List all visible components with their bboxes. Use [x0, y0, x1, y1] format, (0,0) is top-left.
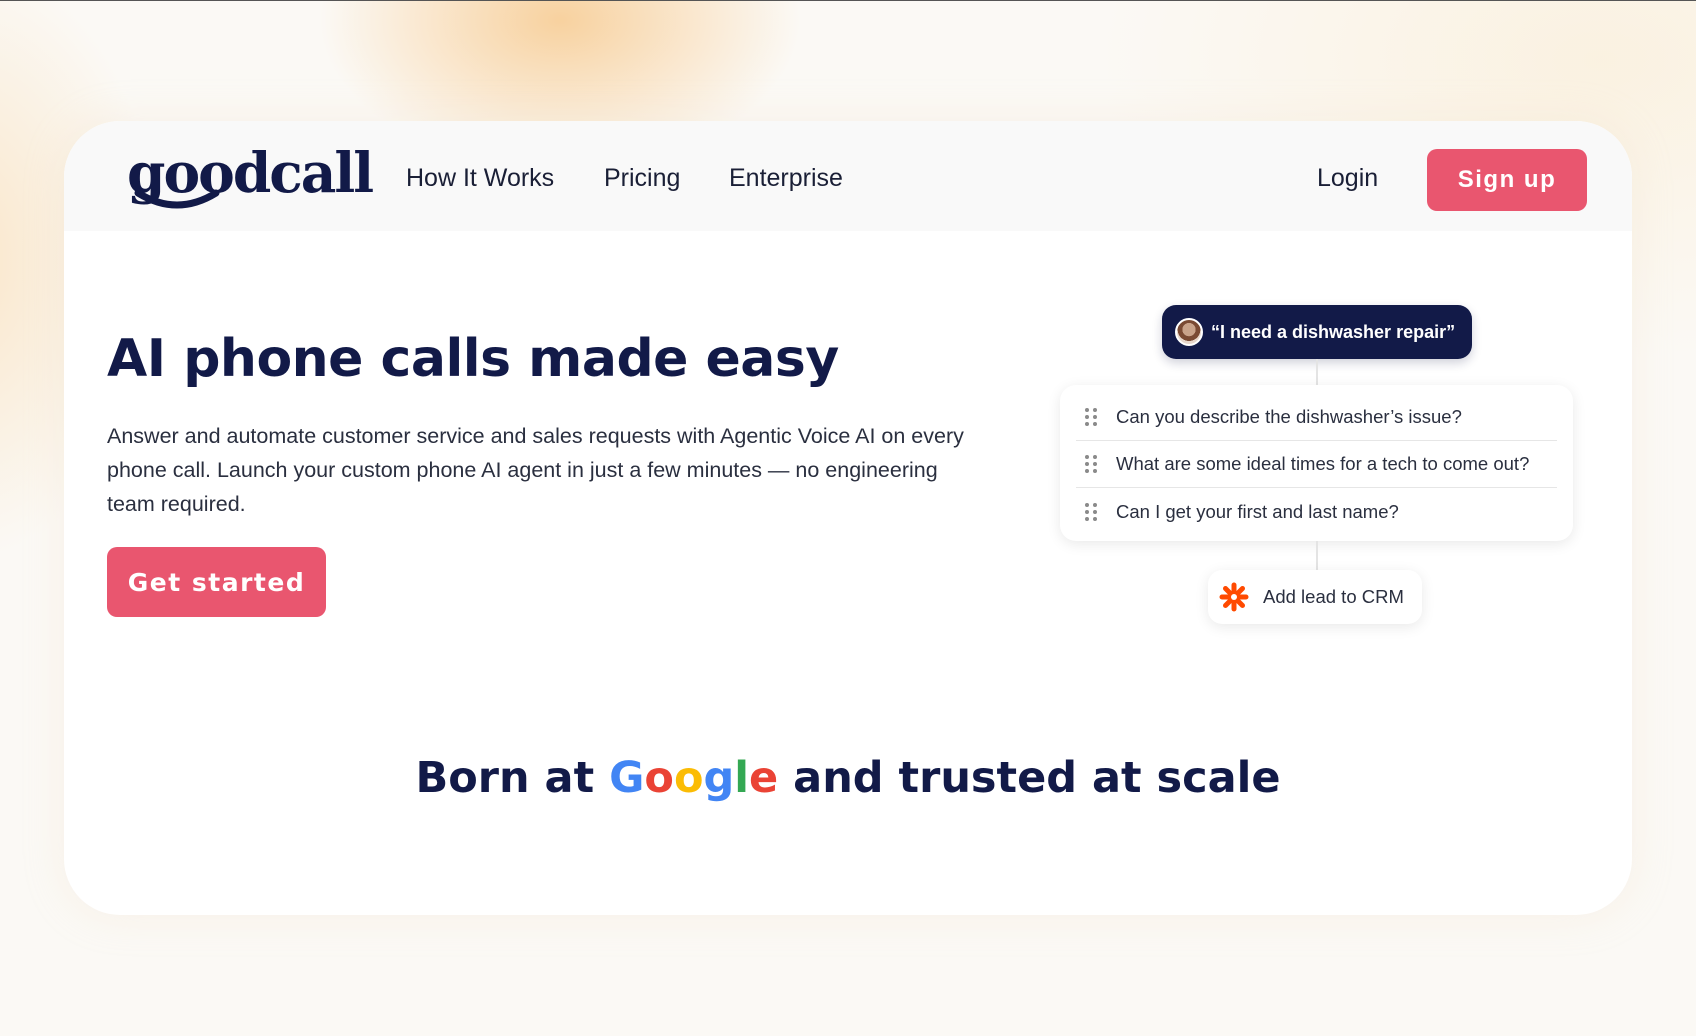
drag-handle-icon[interactable]	[1085, 455, 1097, 473]
nav-pricing[interactable]: Pricing	[604, 163, 680, 193]
top-border	[0, 0, 1696, 1]
nav-how-it-works[interactable]: How It Works	[406, 163, 554, 193]
get-started-button[interactable]: Get started	[107, 547, 326, 617]
logo-smile-icon	[134, 189, 220, 209]
main-card: goodcall How It Works Pricing Enterprise…	[64, 121, 1632, 915]
google-letter: g	[703, 753, 735, 803]
drag-handle-icon[interactable]	[1085, 408, 1097, 426]
flow-connector	[1316, 359, 1318, 385]
hero-title: AI phone calls made easy	[107, 329, 839, 389]
caller-avatar	[1175, 318, 1203, 346]
google-letter: G	[609, 753, 645, 803]
trusted-heading: Born at Google and trusted at scale	[64, 753, 1632, 803]
caller-quote-bubble: “I need a dishwasher repair”	[1162, 305, 1472, 359]
question-item[interactable]: Can you describe the dishwasher’s issue?	[1076, 394, 1557, 441]
asterisk-icon	[1219, 582, 1249, 612]
caller-quote-text: “I need a dishwasher repair”	[1211, 321, 1456, 342]
questions-card: Can you describe the dishwasher’s issue?…	[1060, 385, 1573, 541]
google-letter: l	[734, 753, 750, 803]
hero-description: Answer and automate customer service and…	[107, 424, 964, 516]
drag-handle-icon[interactable]	[1085, 502, 1097, 521]
question-item[interactable]: Can I get your first and last name?	[1076, 488, 1557, 535]
login-link[interactable]: Login	[1317, 163, 1378, 193]
google-letter: e	[749, 753, 779, 803]
crm-action-label: Add lead to CRM	[1263, 586, 1404, 607]
google-letter: o	[644, 753, 674, 803]
google-letter: o	[673, 753, 704, 803]
add-lead-to-crm-step: Add lead to CRM	[1208, 570, 1422, 624]
flow-connector	[1316, 541, 1318, 570]
trusted-suffix: and trusted at scale	[778, 753, 1281, 803]
question-text: What are some ideal times for a tech to …	[1116, 453, 1530, 474]
question-text: Can you describe the dishwasher’s issue?	[1116, 406, 1462, 427]
navbar: goodcall How It Works Pricing Enterprise…	[64, 121, 1632, 231]
question-text: Can I get your first and last name?	[1116, 500, 1399, 522]
question-item[interactable]: What are some ideal times for a tech to …	[1076, 441, 1557, 488]
nav-enterprise[interactable]: Enterprise	[729, 163, 843, 193]
trusted-prefix: Born at	[415, 753, 610, 803]
signup-button[interactable]: Sign up	[1427, 149, 1587, 211]
google-wordmark: Google	[609, 753, 778, 803]
